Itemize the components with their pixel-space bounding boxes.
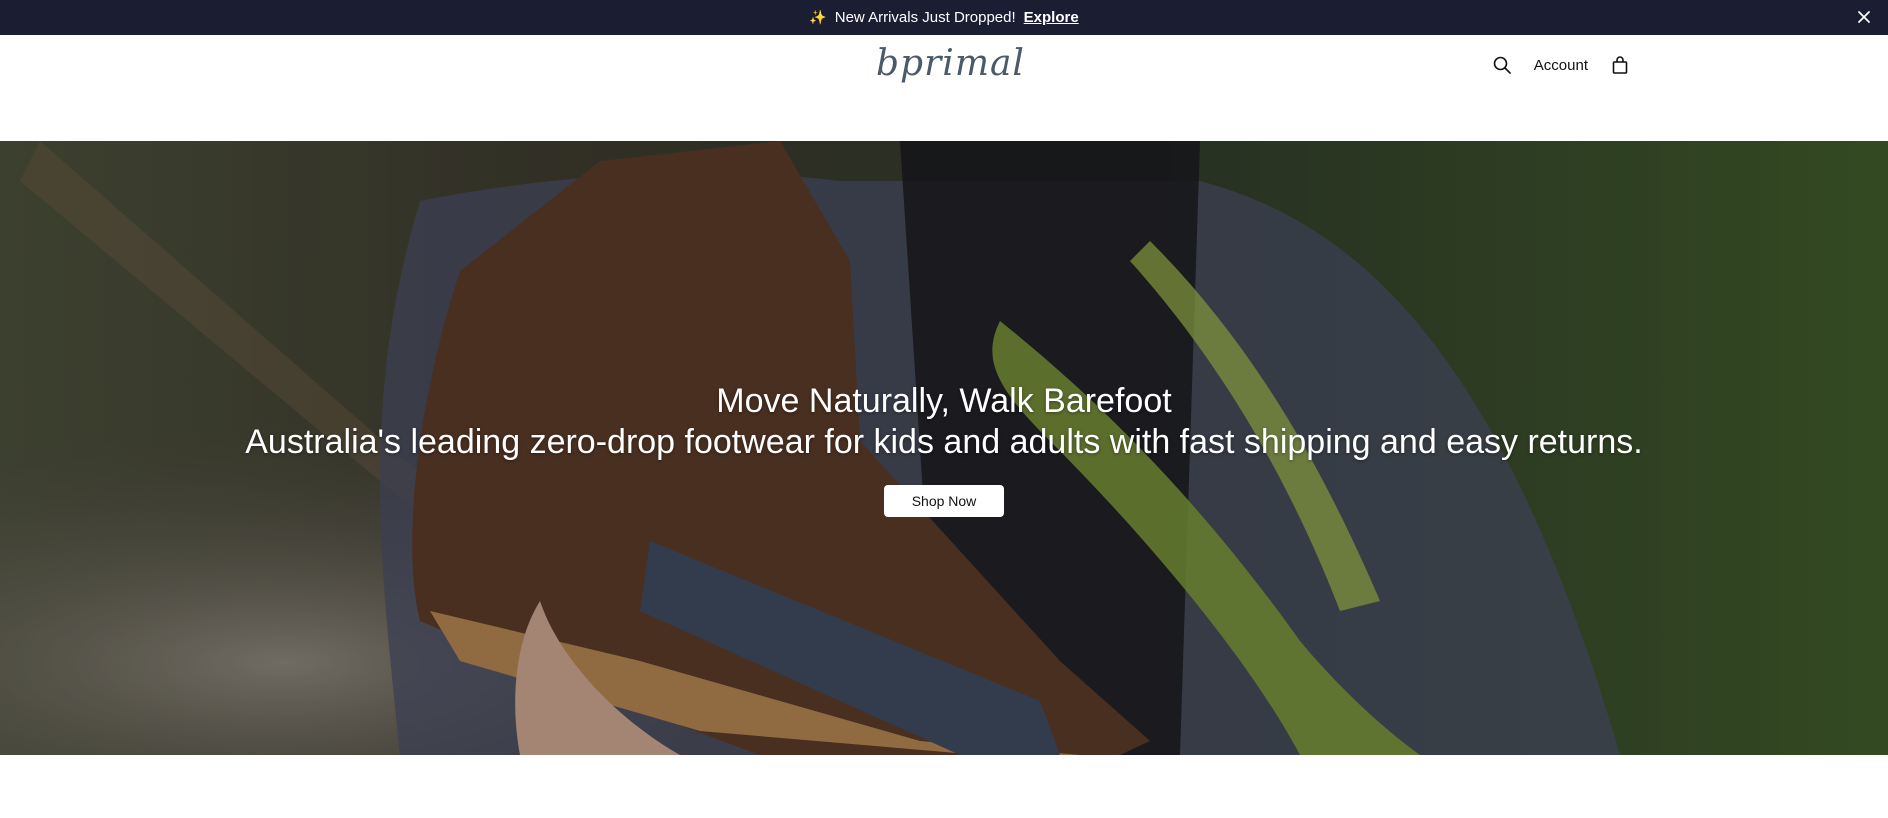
shopping-bag-icon[interactable] bbox=[1610, 55, 1630, 75]
sparkle-icon: ✨ bbox=[809, 9, 827, 25]
announcement-text: New Arrivals Just Dropped! bbox=[834, 9, 1016, 26]
header-actions: Account bbox=[1492, 55, 1630, 75]
explore-link[interactable]: Explore bbox=[1024, 9, 1079, 26]
site-header: bprimal Account bbox=[0, 35, 1888, 141]
search-icon[interactable] bbox=[1492, 55, 1512, 75]
hero-banner: Move Naturally, Walk Barefoot Australia'… bbox=[0, 141, 1888, 755]
account-link[interactable]: Account bbox=[1534, 57, 1588, 74]
shop-now-button[interactable]: Shop Now bbox=[884, 485, 1004, 517]
close-icon[interactable] bbox=[1854, 7, 1874, 27]
announcement-bar: ✨ New Arrivals Just Dropped! Explore bbox=[0, 0, 1888, 35]
hero-content: Move Naturally, Walk Barefoot Australia'… bbox=[0, 380, 1888, 517]
hero-subtitle: Australia's leading zero-drop footwear f… bbox=[245, 423, 1643, 461]
logo[interactable]: bprimal bbox=[876, 43, 1024, 91]
logo-text: bprimal bbox=[876, 43, 1025, 84]
hero-title: Move Naturally, Walk Barefoot bbox=[716, 382, 1172, 420]
